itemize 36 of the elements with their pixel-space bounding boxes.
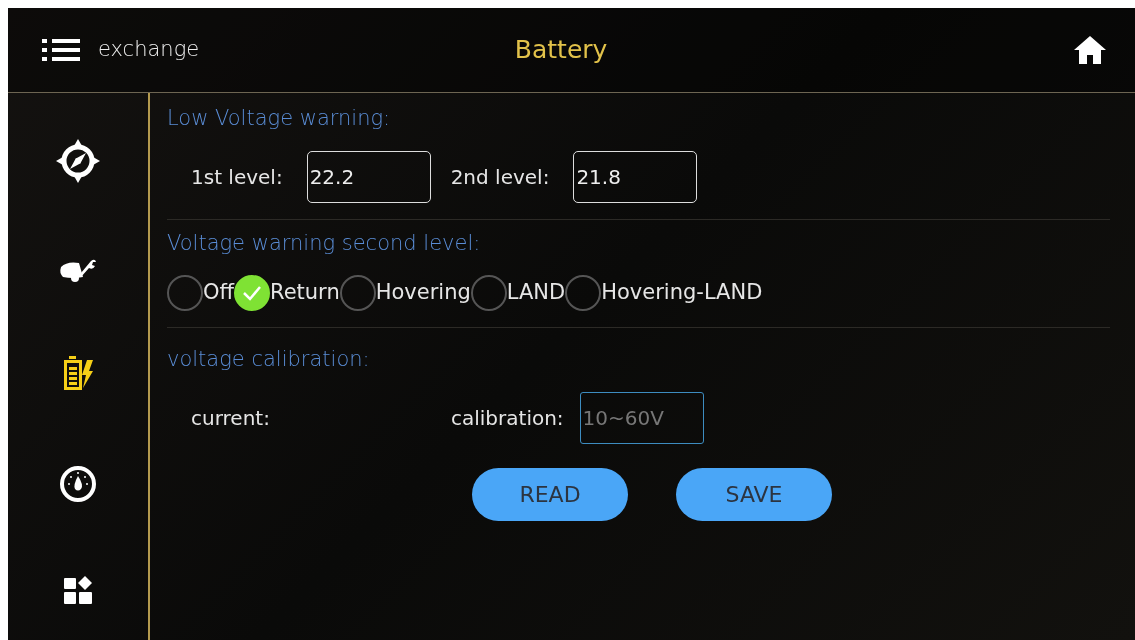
field-label: calibration: bbox=[451, 404, 564, 432]
field-label: 2nd level: bbox=[450, 163, 550, 191]
menu-button[interactable]: exchange bbox=[42, 34, 200, 66]
option-label: Return bbox=[270, 279, 340, 307]
home-icon bbox=[1073, 34, 1107, 66]
section-title: voltage calibration: bbox=[167, 346, 371, 373]
checkmark-icon bbox=[242, 285, 262, 301]
action-button[interactable]: SAVE bbox=[676, 467, 832, 521]
option-label: Hovering-LAND bbox=[601, 279, 763, 307]
apps-grid-icon bbox=[64, 575, 92, 604]
section-title: Voltage warning second level: bbox=[167, 229, 482, 257]
page-title: Battery bbox=[513, 34, 609, 67]
radio-option[interactable]: Return bbox=[234, 275, 340, 311]
radio-option[interactable]: LAND bbox=[470, 275, 566, 311]
sidebar-item[interactable] bbox=[55, 137, 101, 184]
field-label: current: bbox=[191, 404, 271, 432]
input-field[interactable]: 22.2 bbox=[306, 150, 431, 203]
section-title: Low Voltage warning: bbox=[167, 105, 392, 132]
field-label: 1st level: bbox=[191, 163, 283, 191]
radio-option[interactable]: Hovering-LAND bbox=[565, 275, 763, 311]
sidebar-item[interactable] bbox=[59, 464, 97, 503]
home-button[interactable] bbox=[1073, 34, 1107, 66]
option-label: Off bbox=[203, 279, 234, 307]
sidebar-item[interactable] bbox=[63, 355, 93, 392]
radio-option[interactable]: Off bbox=[167, 275, 234, 311]
battery-charging-icon bbox=[63, 355, 93, 392]
option-label: Hovering bbox=[375, 279, 471, 307]
sidebar-item[interactable] bbox=[64, 575, 92, 604]
input-field[interactable]: 10~60V bbox=[579, 391, 704, 444]
gauge-icon bbox=[59, 464, 97, 503]
input-field[interactable]: 21.8 bbox=[573, 150, 698, 203]
menu-icon bbox=[42, 38, 80, 62]
compass-icon bbox=[55, 137, 101, 184]
action-button[interactable]: READ bbox=[472, 467, 628, 521]
radio-option[interactable]: Hovering bbox=[339, 275, 471, 311]
option-label: LAND bbox=[506, 279, 566, 307]
